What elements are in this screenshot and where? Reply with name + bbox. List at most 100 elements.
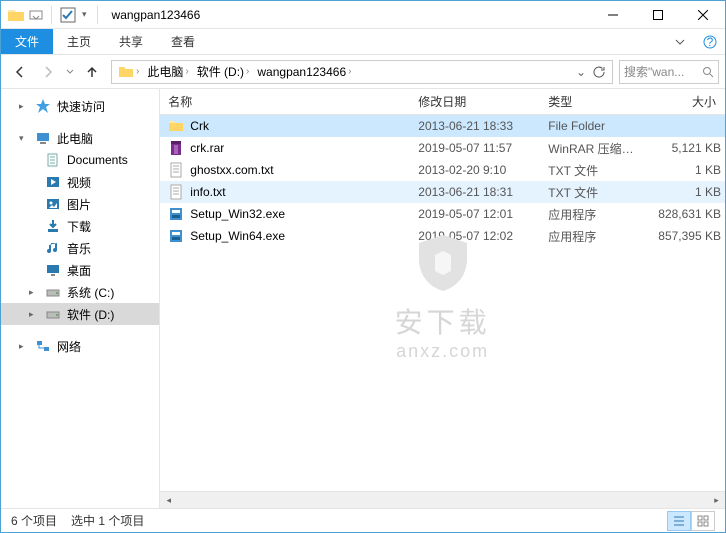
sidebar-label: 系统 (C:)	[67, 284, 114, 301]
sidebar-label: 视频	[67, 174, 91, 191]
watermark-text-2: anxz.com	[395, 341, 491, 362]
pc-icon	[35, 130, 51, 146]
crumb-label: 此电脑	[147, 63, 183, 80]
tab-view[interactable]: 查看	[157, 29, 209, 54]
checkbox-icon[interactable]	[60, 7, 76, 23]
sidebar-network[interactable]: ▸ 网络	[1, 335, 159, 357]
sidebar-drive-c[interactable]: ▸ 系统 (C:)	[1, 281, 159, 303]
details-view-button[interactable]	[667, 511, 691, 531]
crumb-thispc[interactable]: 此电脑›	[143, 63, 192, 80]
app-menu-dropdown-icon[interactable]	[29, 7, 43, 23]
horizontal-scrollbar[interactable]: ◂ ▸	[160, 491, 725, 508]
column-name[interactable]: 名称	[160, 89, 410, 114]
divider	[97, 6, 98, 24]
sidebar-quick-access[interactable]: ▸ 快速访问	[1, 95, 159, 117]
quick-access-toolbar: ▾	[1, 6, 108, 24]
drive-icon	[45, 306, 61, 322]
sidebar-label: 软件 (D:)	[67, 306, 114, 323]
file-type: 应用程序	[540, 228, 650, 245]
expand-icon[interactable]: ▸	[29, 287, 39, 298]
sidebar-pictures[interactable]: 图片	[1, 193, 159, 215]
chevron-right-icon[interactable]: ›	[246, 66, 249, 77]
sidebar-this-pc[interactable]: ▾ 此电脑	[1, 127, 159, 149]
search-icon	[702, 66, 714, 78]
star-icon	[35, 98, 51, 114]
tab-home[interactable]: 主页	[53, 29, 105, 54]
file-date: 2013-02-20 9:10	[410, 163, 540, 177]
search-input[interactable]: 搜索"wan...	[619, 60, 719, 84]
file-date: 2019-05-07 11:57	[410, 141, 540, 155]
sidebar-label: 下载	[67, 218, 91, 235]
sidebar-desktop[interactable]: 桌面	[1, 259, 159, 281]
collapse-icon[interactable]: ▾	[19, 133, 29, 144]
file-date: 2013-06-21 18:33	[410, 119, 540, 133]
crumb-drive[interactable]: 软件 (D:)›	[193, 63, 254, 80]
search-placeholder: 搜索"wan...	[624, 63, 698, 80]
picture-icon	[45, 196, 61, 212]
address-bar[interactable]: › 此电脑› 软件 (D:)› wangpan123466› ⌄	[111, 60, 613, 84]
file-type: 应用程序	[540, 206, 650, 223]
tab-share[interactable]: 共享	[105, 29, 157, 54]
network-icon	[35, 338, 51, 354]
sidebar-documents[interactable]: Documents	[1, 149, 159, 171]
sidebar-label: 此电脑	[57, 130, 93, 147]
column-type[interactable]: 类型	[540, 89, 650, 114]
maximize-button[interactable]	[635, 1, 680, 29]
column-date[interactable]: 修改日期	[410, 89, 540, 114]
refresh-button[interactable]	[592, 65, 606, 79]
sidebar-label: 快速访问	[57, 98, 105, 115]
file-size: 5,121 KB	[650, 141, 725, 155]
ribbon-tabs: 文件 主页 共享 查看 ?	[1, 29, 725, 55]
minimize-button[interactable]	[590, 1, 635, 29]
forward-button[interactable]	[35, 59, 61, 85]
file-type: TXT 文件	[540, 184, 650, 201]
file-name: info.txt	[190, 185, 225, 199]
crumb-label: 软件 (D:)	[197, 63, 244, 80]
expand-ribbon-button[interactable]	[665, 29, 695, 54]
crumb-label: wangpan123466	[257, 65, 346, 79]
file-list[interactable]: 安下载 anxz.com Crk2013-06-21 18:33File Fol…	[160, 115, 725, 491]
back-button[interactable]	[7, 59, 33, 85]
chevron-right-icon[interactable]: ›	[185, 66, 188, 77]
expand-icon[interactable]: ▸	[19, 101, 29, 112]
file-row[interactable]: ghostxx.com.txt2013-02-20 9:10TXT 文件1 KB	[160, 159, 725, 181]
sidebar-videos[interactable]: 视频	[1, 171, 159, 193]
file-row[interactable]: Crk 2013-06-21 18:33File Folder	[160, 115, 725, 137]
close-button[interactable]	[680, 1, 725, 29]
expand-icon[interactable]: ▸	[29, 309, 39, 320]
crumb-folder[interactable]: wangpan123466›	[253, 65, 355, 79]
file-row[interactable]: crk.rar2019-05-07 11:57WinRAR 压缩文件5,121 …	[160, 137, 725, 159]
scroll-right-button[interactable]: ▸	[708, 492, 725, 509]
file-type: File Folder	[540, 119, 650, 133]
window-controls	[590, 1, 725, 29]
column-headers: 名称 修改日期 类型 大小	[160, 89, 725, 115]
sidebar-downloads[interactable]: 下载	[1, 215, 159, 237]
file-tab[interactable]: 文件	[1, 29, 53, 54]
music-icon	[45, 240, 61, 256]
file-name: Crk	[190, 119, 209, 133]
file-size: 828,631 KB	[650, 207, 725, 221]
file-row[interactable]: Setup_Win32.exe2019-05-07 12:01应用程序828,6…	[160, 203, 725, 225]
chevron-right-icon[interactable]: ›	[348, 66, 351, 77]
download-icon	[45, 218, 61, 234]
chevron-right-icon[interactable]: ›	[136, 66, 139, 77]
address-dropdown-icon[interactable]: ⌄	[576, 65, 586, 79]
file-row[interactable]: Setup_Win64.exe2019-05-07 12:02应用程序857,3…	[160, 225, 725, 247]
recent-dropdown-icon[interactable]	[63, 59, 77, 85]
sidebar-music[interactable]: 音乐	[1, 237, 159, 259]
up-button[interactable]	[79, 59, 105, 85]
sidebar-drive-d[interactable]: ▸ 软件 (D:)	[1, 303, 159, 325]
folder-icon	[168, 118, 184, 134]
qat-dropdown-icon[interactable]: ▾	[80, 9, 89, 20]
navigation-pane: ▸ 快速访问 ▾ 此电脑 Documents 视频 图片 下载 音乐 桌面 ▸ 系…	[1, 89, 160, 508]
help-button[interactable]: ?	[695, 29, 725, 54]
column-size[interactable]: 大小	[650, 89, 725, 114]
window-title: wangpan123466	[108, 8, 590, 22]
file-pane: 名称 修改日期 类型 大小 安下载 anxz.com Crk2013-06-21…	[160, 89, 725, 508]
scroll-left-button[interactable]: ◂	[160, 492, 177, 509]
file-name: crk.rar	[190, 141, 224, 155]
crumb-root[interactable]: ›	[114, 64, 143, 80]
expand-icon[interactable]: ▸	[19, 341, 29, 352]
file-row[interactable]: info.txt2013-06-21 18:31TXT 文件1 KB	[160, 181, 725, 203]
icons-view-button[interactable]	[691, 511, 715, 531]
